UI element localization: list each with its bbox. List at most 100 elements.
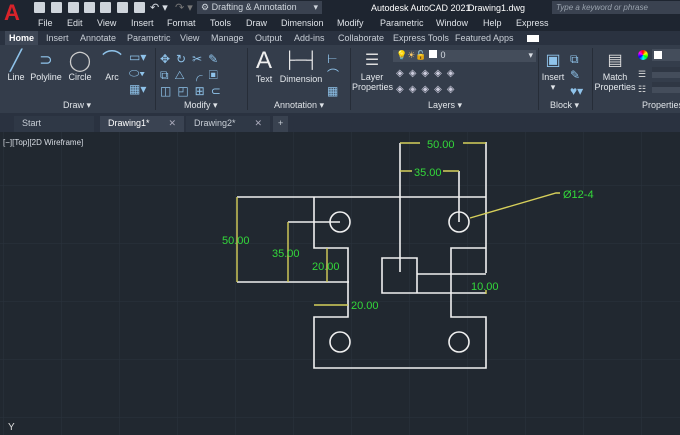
menu-format[interactable]: Format	[167, 18, 196, 28]
menu-express[interactable]: Express	[516, 18, 549, 28]
line-button[interactable]: ╱ Line	[4, 50, 28, 82]
tab-output[interactable]: Output	[255, 33, 282, 43]
menu-help[interactable]: Help	[483, 18, 502, 28]
layer-properties-button[interactable]: ☰ Layer Properties	[352, 50, 393, 92]
plot-icon[interactable]	[134, 2, 145, 13]
tab-collaborate[interactable]: Collaborate	[338, 33, 384, 43]
polyline-button[interactable]: ⊃ Polyline	[30, 50, 62, 82]
annotation-small-icons[interactable]: ⊢ ⌒ ▦	[327, 51, 339, 99]
tab-add-ins[interactable]: Add-ins	[294, 33, 325, 43]
text-button[interactable]: A Text	[252, 47, 276, 85]
autocad-logo[interactable]: A	[4, 2, 20, 24]
menu-dimension[interactable]: Dimension	[281, 18, 324, 28]
lineweight-icon: ☰ ☷	[638, 69, 647, 94]
hole-callout: Ø12-4	[563, 189, 594, 201]
drawing-canvas[interactable]: 50.00 35.00 50.00 35.00 20.00 20.00 10.0…	[0, 132, 680, 435]
tab-express-tools[interactable]: Express Tools	[393, 33, 449, 43]
menu-edit[interactable]: Edit	[67, 18, 83, 28]
block-panel-title[interactable]: Block ▾	[550, 100, 579, 111]
tab-home[interactable]: Home	[5, 31, 39, 45]
redo-icon[interactable]: ↷ ▾	[175, 1, 193, 14]
gear-icon: ⚙	[201, 2, 212, 12]
arc-button[interactable]: ⌒ Arc	[101, 50, 123, 82]
polyline-icon: ⊃	[39, 52, 53, 69]
new-icon[interactable]	[34, 2, 45, 13]
dim-top-35: 35.00	[414, 167, 442, 179]
match-properties-button[interactable]: ▤ Match Properties	[594, 50, 636, 92]
model-space[interactable]: 50.00 35.00 50.00 35.00 20.00 20.00 10.0…	[0, 132, 680, 435]
block-small-icons[interactable]: ⧉ ✎ ♥▾	[570, 51, 583, 99]
plus-icon: +	[278, 118, 284, 128]
tab-start[interactable]: Start	[14, 116, 94, 132]
hatch-icon[interactable]: ▦▾	[129, 83, 146, 95]
annotation-panel-title[interactable]: Annotation ▾	[274, 100, 324, 111]
dim-right-10: 10.00	[471, 281, 499, 293]
document-tabs: Start Drawing1* ✕ Drawing2* ✕ +	[0, 113, 680, 132]
draw-panel-title[interactable]: Draw ▾	[63, 100, 91, 111]
circle-label: Circle	[68, 72, 92, 82]
linetype-dropdown[interactable]	[652, 82, 680, 93]
share-icon[interactable]	[117, 2, 128, 13]
color-wheel-icon[interactable]	[638, 50, 648, 60]
dim-top-50: 50.00	[427, 139, 455, 151]
tab-parametric[interactable]: Parametric	[127, 33, 171, 43]
insert-button[interactable]: ▣ Insert ▾	[540, 50, 566, 92]
text-icon: A	[255, 47, 272, 74]
arc-label: Arc	[105, 72, 119, 82]
layers-panel-title[interactable]: Layers ▾	[428, 100, 462, 111]
match-properties-icon: ▤	[607, 52, 623, 69]
new-tab-button[interactable]: +	[273, 116, 289, 132]
modify-tools-icons[interactable]: ✥↻✂✎ ⧉△╭▣ ◫◰⊞⊂	[160, 51, 227, 99]
tab-drawing2[interactable]: Drawing2* ✕	[186, 116, 270, 132]
menu-tools[interactable]: Tools	[210, 18, 231, 28]
dim-left-35: 35.00	[272, 248, 300, 260]
tab-annotate[interactable]: Annotate	[80, 33, 116, 43]
dim-mid-20: 20.00	[312, 261, 340, 273]
close-icon[interactable]: ✕	[254, 118, 262, 129]
ellipse-icon[interactable]: ⬭▾	[129, 67, 145, 79]
tab-view[interactable]: View	[180, 33, 199, 43]
menu-view[interactable]: View	[97, 18, 116, 28]
properties-panel-title[interactable]: Properties	[642, 100, 680, 110]
menu-window[interactable]: Window	[436, 18, 468, 28]
layer-stack-icon: ☰	[364, 52, 380, 69]
search-input[interactable]: Type a keyword or phrase	[552, 1, 680, 14]
menu-parametric[interactable]: Parametric	[380, 18, 424, 28]
viewport-controls[interactable]: [−][Top][2D Wireframe]	[3, 138, 83, 147]
workspace-dropdown[interactable]: ⚙ Drafting & Annotation ▾	[197, 1, 322, 14]
dim-left-50: 50.00	[222, 235, 250, 247]
color-dropdown[interactable]	[652, 49, 680, 61]
circle-icon: ◯	[68, 50, 92, 72]
layer-tool-icons[interactable]: ◈◈◈◈◈ ◈◈◈◈◈	[396, 66, 459, 98]
circle-button[interactable]: ◯ Circle	[67, 50, 93, 82]
tab-drawing1[interactable]: Drawing1* ✕	[100, 116, 184, 132]
menu-insert[interactable]: Insert	[131, 18, 154, 28]
undo-icon[interactable]: ↶ ▾	[150, 1, 168, 14]
tab-insert[interactable]: Insert	[46, 33, 69, 43]
save-as-icon[interactable]	[84, 2, 95, 13]
polyline-label: Polyline	[30, 72, 62, 82]
ribbon-panel: ╱ Line ⊃ Polyline ◯ Circle ⌒ Arc ▭▾ ⬭▾ ▦▾ Dr…	[0, 45, 680, 113]
ribbon-minimize-icon[interactable]	[527, 35, 539, 42]
rectangle-icon[interactable]: ▭▾	[129, 51, 146, 63]
save-icon[interactable]	[68, 2, 79, 13]
modify-panel-title[interactable]: Modify ▾	[184, 100, 218, 111]
dimension-button[interactable]: ├─┤ Dimension	[279, 48, 323, 84]
tab-featured-apps[interactable]: Featured Apps	[455, 33, 514, 43]
menu-modify[interactable]: Modify	[337, 18, 364, 28]
workspace-label: Drafting & Annotation	[211, 2, 297, 12]
line-label: Line	[7, 72, 25, 82]
layer-dropdown[interactable]: 💡☀🔓 0 ▾	[393, 50, 536, 62]
menu-draw[interactable]: Draw	[246, 18, 267, 28]
open-icon[interactable]	[51, 2, 62, 13]
dim-low-20: 20.00	[351, 300, 379, 312]
layer-state-icons: 💡☀🔓	[396, 50, 427, 60]
web-mobile-icon[interactable]	[100, 2, 111, 13]
close-icon[interactable]: ✕	[168, 118, 176, 129]
lineweight-dropdown[interactable]	[652, 67, 680, 78]
menu-bar: File Edit View Insert Format Tools Draw …	[0, 16, 680, 31]
menu-file[interactable]: File	[38, 18, 53, 28]
ribbon-tabs: Home Insert Annotate Parametric View Man…	[0, 31, 680, 45]
insert-block-icon: ▣	[545, 52, 561, 69]
tab-manage[interactable]: Manage	[211, 33, 244, 43]
